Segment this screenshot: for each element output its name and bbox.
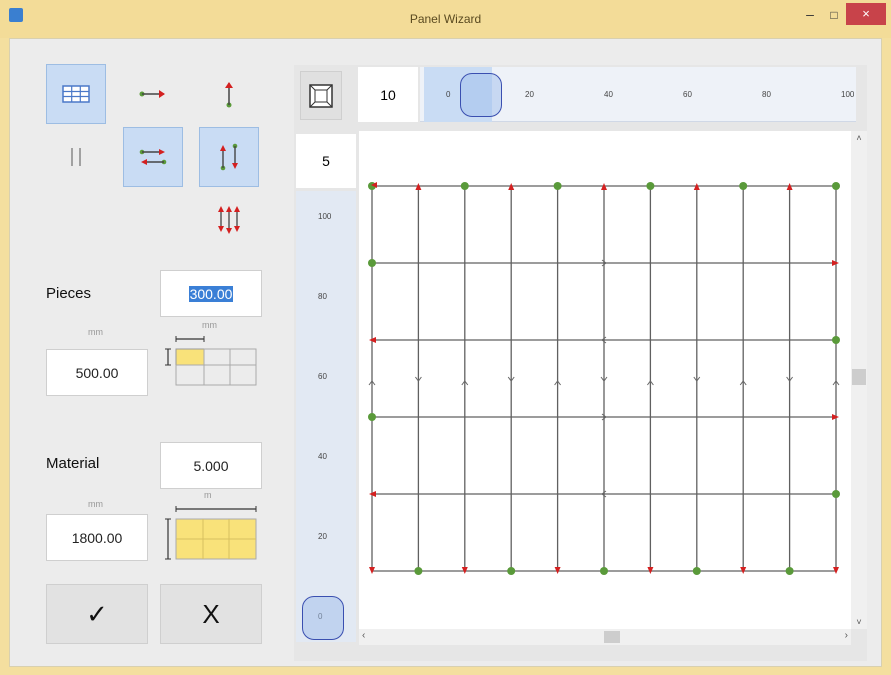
start-point (507, 567, 516, 575)
piece-width-field[interactable]: 300.00 (160, 270, 262, 317)
horizontal-alternating-button[interactable] (123, 127, 183, 187)
panel-wizard-window: Panel Wizard – □ × Pieces 300.00 mm mm 5… (0, 0, 891, 675)
v-tick-label: 80 (318, 292, 327, 301)
vertical-alternating-icon (220, 143, 238, 171)
horizontal-spacing-field[interactable]: 10 (358, 67, 418, 122)
material-length-field[interactable]: 5.000 (160, 442, 262, 489)
scroll-right-icon[interactable]: › (845, 630, 848, 641)
horizontal-scrollbar[interactable]: ‹ › (359, 629, 851, 645)
panel-layout-canvas[interactable] (359, 131, 851, 629)
vertical-scroll-thumb[interactable] (852, 369, 866, 385)
fit-to-screen-icon (309, 83, 333, 108)
start-point (368, 413, 376, 421)
parallel-lines-icon (71, 148, 81, 166)
close-button[interactable]: × (846, 3, 886, 25)
pieces-label: Pieces (46, 285, 92, 302)
vertical-arrow-icon (225, 82, 233, 108)
start-point (553, 182, 562, 190)
material-label: Material (46, 455, 100, 472)
vertical-double-alternating-icon (218, 206, 240, 234)
scroll-down-icon[interactable]: ˅ (851, 617, 867, 627)
material-sheet-icon (165, 506, 257, 560)
v-tick-label: 60 (318, 372, 327, 381)
material-width-field[interactable]: 1800.00 (46, 514, 148, 561)
vertical-spacing-field[interactable]: 5 (296, 134, 356, 188)
vertical-double-alternating-button[interactable] (199, 189, 259, 249)
scroll-left-icon[interactable]: ‹ (362, 630, 365, 641)
start-point (600, 567, 608, 575)
start-point (785, 567, 794, 575)
h-tick-label: 40 (604, 90, 613, 99)
vertical-spacing-slider[interactable]: 100806040200 (296, 191, 356, 642)
start-point (692, 567, 701, 575)
start-point (368, 259, 376, 267)
v-tick-label: 100 (318, 212, 332, 221)
vertical-scrollbar[interactable]: ˄ ˅ (851, 131, 867, 629)
piece-width-value: 300.00 (188, 285, 234, 302)
horizontal-arrow-icon (139, 90, 165, 98)
horizontal-alternating-icon (139, 149, 167, 165)
title-bar[interactable]: Panel Wizard – □ × (0, 0, 891, 38)
window-title: Panel Wizard (409, 12, 482, 26)
start-point (832, 182, 840, 190)
v-tick-label: 40 (318, 452, 327, 461)
piece-height-unit: mm (88, 327, 103, 337)
horizontal-spacing-slider[interactable]: 0 20 40 60 80 100 (420, 67, 856, 122)
h-slider-thumb[interactable] (459, 73, 502, 117)
h-tick-label: 80 (762, 90, 771, 99)
start-point (739, 182, 748, 190)
piece-grid-icon (165, 336, 257, 386)
grid-layout-button[interactable] (46, 64, 106, 124)
start-point (832, 336, 840, 344)
fit-view-button[interactable] (300, 71, 342, 120)
start-point (414, 567, 423, 575)
h-tick-label: 60 (683, 90, 692, 99)
h-tick-label: 0 (446, 90, 451, 99)
vertical-direction-button[interactable] (199, 64, 259, 124)
scroll-up-icon[interactable]: ˄ (851, 133, 867, 143)
parallel-lines-button[interactable] (46, 127, 106, 187)
start-point (832, 490, 840, 498)
v-slider-thumb[interactable] (302, 596, 344, 640)
horizontal-direction-button[interactable] (123, 64, 183, 124)
start-point (460, 182, 469, 190)
material-width-unit: mm (88, 499, 103, 509)
piece-width-unit: mm (202, 320, 217, 330)
v-tick-label: 20 (318, 532, 327, 541)
cancel-button[interactable]: X (160, 584, 262, 644)
start-point (646, 182, 655, 190)
material-length-unit: m (204, 490, 212, 500)
ok-button[interactable]: ✓ (46, 584, 148, 644)
vertical-alternating-button[interactable] (199, 127, 259, 187)
minimize-button[interactable]: – (798, 6, 822, 24)
maximize-button[interactable]: □ (822, 6, 846, 24)
h-tick-label: 100 (841, 90, 855, 99)
client-area: Pieces 300.00 mm mm 500.00 Material 5.00… (9, 38, 882, 667)
grid-icon (62, 85, 90, 103)
piece-height-field[interactable]: 500.00 (46, 349, 148, 396)
horizontal-scroll-thumb[interactable] (604, 631, 620, 643)
h-tick-label: 20 (525, 90, 534, 99)
